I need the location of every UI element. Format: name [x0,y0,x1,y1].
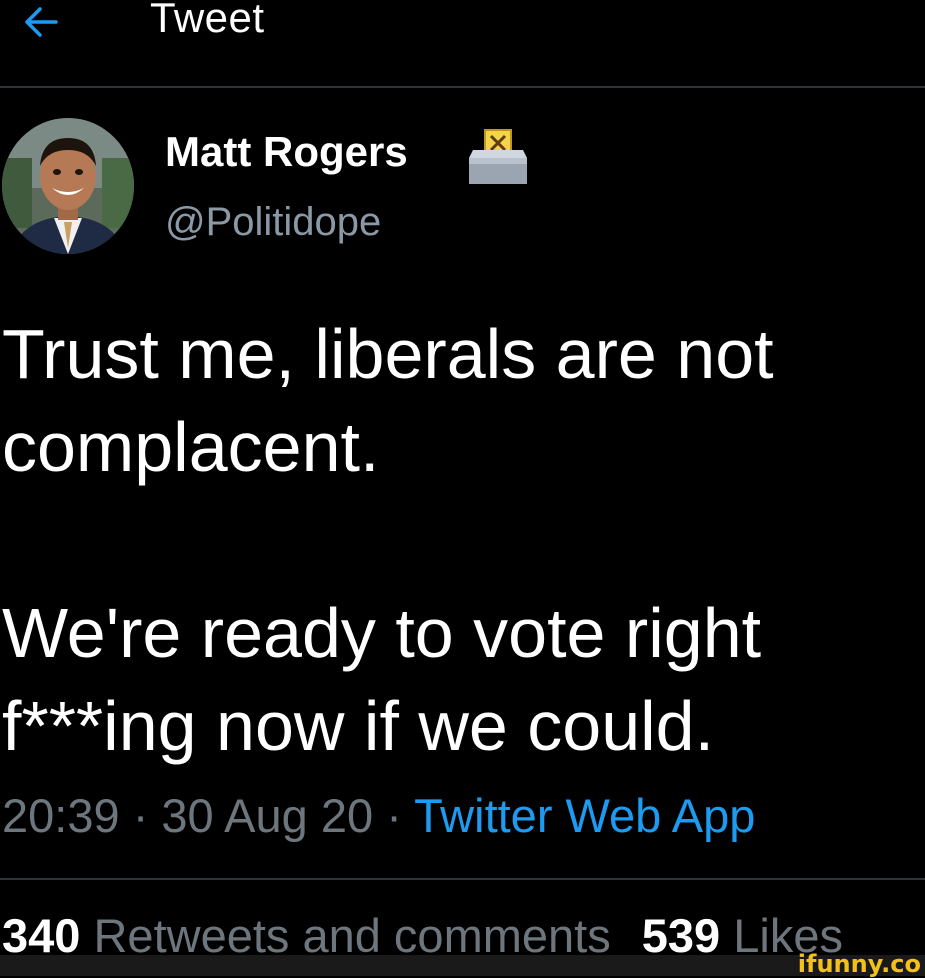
tweet-time[interactable]: 20:39 [2,789,120,842]
author-display-name[interactable]: Matt Rogers [165,128,408,176]
meta-separator: · [386,789,402,842]
tweet-source-link[interactable]: Twitter Web App [414,789,755,842]
tweet-line: f***ing now if we could. [2,687,715,765]
tweet-meta: 20:39 · 30 Aug 20 · Twitter Web App [2,788,755,843]
header-divider [0,86,925,88]
top-bar: Tweet [0,0,925,86]
ballot-box-icon [467,128,529,186]
tweet-line: Trust me, liberals are not [2,315,774,393]
tweet-date[interactable]: 30 Aug 20 [161,789,373,842]
author-handle[interactable]: @Politidope [165,200,381,245]
ifunny-watermark: ifunny.co [797,950,921,978]
tweet-body: Trust me, liberals are not complacent. W… [2,308,922,773]
watermark-bar [0,955,925,976]
page-title: Tweet [150,0,265,41]
stats-divider [0,878,925,880]
arrow-left-icon [25,7,58,37]
avatar[interactable] [2,118,134,254]
back-button[interactable] [20,2,64,42]
avatar-photo [2,118,134,254]
tweet-line: complacent. [2,408,380,486]
tweet-line: We're ready to vote right [2,594,762,672]
meta-separator: · [132,789,149,842]
